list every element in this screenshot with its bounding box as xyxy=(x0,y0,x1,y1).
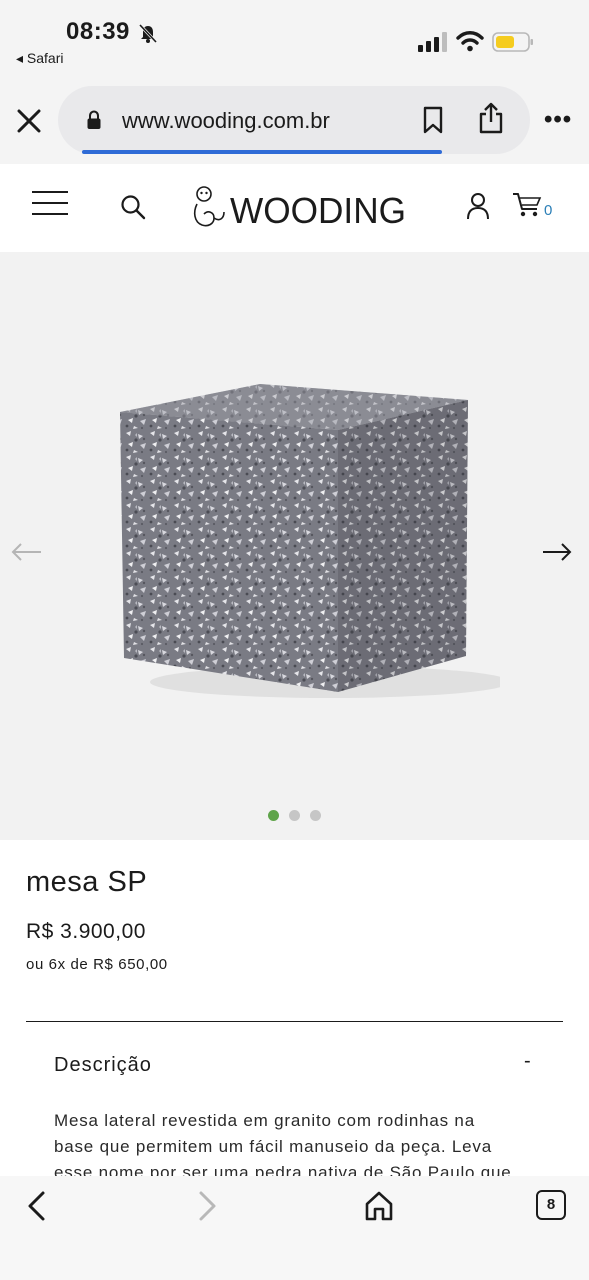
user-icon[interactable] xyxy=(466,192,490,220)
bell-slash-icon xyxy=(138,23,158,44)
signal-icon xyxy=(418,32,447,52)
cart-count-badge[interactable]: 0 xyxy=(544,202,552,219)
arrow-left-icon[interactable] xyxy=(10,540,44,564)
home-icon[interactable] xyxy=(364,1190,394,1222)
status-bar: 08:39 ◂ Safari xyxy=(0,0,589,78)
share-icon[interactable] xyxy=(478,102,504,134)
page-load-progress xyxy=(82,150,442,154)
browser-toolbar: 8 xyxy=(0,1176,589,1280)
slide-dot-3[interactable] xyxy=(310,810,321,821)
product-gallery[interactable] xyxy=(0,252,589,840)
url-field[interactable]: www.wooding.com.br xyxy=(58,86,530,154)
divider xyxy=(26,1021,563,1022)
slide-dot-1[interactable] xyxy=(268,810,279,821)
wooding-logo[interactable]: WOODING xyxy=(190,182,410,230)
slide-indicators xyxy=(264,810,328,822)
cart-icon[interactable] xyxy=(512,192,542,218)
browser-address-bar: www.wooding.com.br ••• xyxy=(0,78,589,164)
logo-text: WOODING xyxy=(230,190,406,230)
back-to-app-link[interactable]: ◂ Safari xyxy=(16,50,64,67)
back-icon[interactable] xyxy=(24,1190,50,1222)
description-heading[interactable]: Descrição xyxy=(54,1054,152,1077)
product-image[interactable] xyxy=(100,382,500,722)
site-header: WOODING 0 xyxy=(0,164,589,252)
installment-info: ou 6x de R$ 650,00 xyxy=(26,956,168,973)
arrow-right-icon[interactable] xyxy=(540,540,574,564)
bookmark-icon[interactable] xyxy=(422,106,444,134)
tabs-icon[interactable]: 8 xyxy=(536,1190,566,1220)
description-line: Mesa lateral revestida em granito com ro… xyxy=(54,1111,475,1130)
search-icon[interactable] xyxy=(120,194,146,220)
url-text: www.wooding.com.br xyxy=(122,108,330,133)
close-icon[interactable] xyxy=(14,106,44,136)
slide-dot-2[interactable] xyxy=(289,810,300,821)
description-text: Mesa lateral revestida em granito com ro… xyxy=(54,1108,524,1186)
more-icon[interactable]: ••• xyxy=(544,106,574,136)
menu-icon[interactable] xyxy=(32,190,68,216)
description-line: base que permitem um fácil manuseio da p… xyxy=(54,1137,492,1156)
battery-icon xyxy=(492,32,533,52)
product-name: mesa SP xyxy=(26,866,148,898)
wifi-icon xyxy=(456,31,484,52)
lock-icon xyxy=(87,110,101,129)
status-time: 08:39 xyxy=(66,18,130,45)
product-price: R$ 3.900,00 xyxy=(26,920,146,943)
forward-icon[interactable] xyxy=(194,1190,220,1222)
description-collapse-toggle[interactable]: - xyxy=(524,1050,531,1073)
